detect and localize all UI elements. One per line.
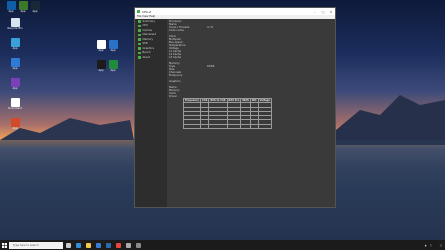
app-icon bbox=[108, 40, 118, 49]
desktop-icon-label: App bbox=[32, 10, 38, 13]
taskbar-app-button[interactable] bbox=[83, 240, 93, 250]
sidebar-item-icon bbox=[138, 24, 141, 27]
desktop-icon[interactable]: App bbox=[6, 118, 24, 130]
store-icon bbox=[95, 242, 101, 248]
desktop-icon[interactable]: App bbox=[26, 1, 44, 13]
desktop-icon-label: App bbox=[110, 49, 116, 52]
sidebar-item-label: SPD bbox=[142, 42, 148, 46]
table-cell bbox=[183, 123, 201, 130]
app-icon bbox=[10, 118, 20, 127]
chrome-icon bbox=[115, 242, 121, 248]
recycle-bin-icon bbox=[10, 18, 20, 27]
notifications-icon[interactable]: □ bbox=[440, 244, 442, 247]
sidebar-item-icon bbox=[138, 56, 141, 59]
sidebar-item-icon bbox=[138, 38, 141, 41]
taskbar-app-button[interactable] bbox=[93, 240, 103, 250]
windows-logo-icon bbox=[1, 242, 7, 248]
desktop-icon[interactable]: App bbox=[104, 60, 122, 72]
info-value: 4 / 8 bbox=[207, 26, 213, 29]
desktop-icon-label: App bbox=[110, 69, 116, 72]
system-tray: ▲ ♫ □ bbox=[425, 244, 445, 247]
desktop-icon-label: App bbox=[12, 87, 18, 90]
info-panel: Processor Name Cores / Threads 4 / 8 Code… bbox=[169, 20, 333, 205]
app-icon bbox=[137, 10, 140, 13]
info-value: DDR4 bbox=[207, 65, 215, 68]
taskbar-app-button[interactable] bbox=[123, 240, 133, 250]
document-icon bbox=[10, 98, 20, 107]
start-button[interactable] bbox=[0, 240, 8, 250]
taskbar-apps bbox=[63, 240, 143, 250]
sidebar-item-icon bbox=[138, 42, 141, 45]
sidebar-item-label: Graphics bbox=[142, 46, 154, 50]
desktop-icon-label: App bbox=[12, 67, 18, 70]
sidebar: Summary CPU Caches Mainboard Memory SPD Graphi… bbox=[135, 19, 167, 207]
desktop-icon[interactable]: App bbox=[6, 58, 24, 70]
task-view-icon bbox=[65, 242, 71, 248]
sidebar-item-label: About bbox=[142, 55, 151, 59]
desktop-icon-label: Recycle Bin bbox=[7, 27, 23, 30]
explorer-icon bbox=[85, 242, 91, 248]
table-cell bbox=[226, 123, 242, 130]
app-icon bbox=[10, 38, 20, 47]
app-icon bbox=[10, 78, 20, 87]
memory-timings-table: Frequency CAS RAS to CAS RAS Pre tRAS tRC Volt… bbox=[183, 97, 272, 130]
sidebar-item-label: Bench bbox=[142, 51, 151, 55]
sidebar-item-icon bbox=[138, 20, 141, 23]
taskbar: Type here to search ▲ ♫ □ bbox=[0, 240, 445, 250]
app-icon bbox=[30, 1, 40, 10]
volume-icon[interactable]: ♫ bbox=[430, 244, 432, 247]
sidebar-item-label: Mainboard bbox=[142, 33, 157, 37]
taskbar-app-button[interactable] bbox=[133, 240, 143, 250]
mail-icon bbox=[105, 242, 111, 248]
desktop-icon[interactable]: App bbox=[6, 78, 24, 90]
window-title: CPU-Z bbox=[142, 9, 152, 14]
sidebar-item-icon bbox=[138, 33, 141, 36]
desktop-icon[interactable]: App bbox=[104, 40, 122, 52]
table-cell bbox=[240, 123, 251, 130]
app-icon bbox=[125, 242, 131, 248]
taskbar-app-button[interactable] bbox=[103, 240, 113, 250]
table-row bbox=[183, 123, 272, 130]
desktop-icon-label: App bbox=[12, 127, 18, 130]
close-icon[interactable]: ✕ bbox=[327, 10, 335, 14]
taskbar-app-button[interactable] bbox=[63, 240, 73, 250]
table-cell bbox=[199, 123, 210, 130]
taskbar-app-button[interactable] bbox=[73, 240, 83, 250]
summary-list: Processor Name Cores / Threads 4 / 8 Code… bbox=[169, 20, 333, 98]
sidebar-item[interactable]: About bbox=[135, 55, 167, 60]
desktop-icon-label: Document bbox=[8, 107, 22, 110]
table-cell bbox=[257, 123, 272, 130]
app-icon bbox=[108, 60, 118, 69]
info-key: Driver bbox=[169, 95, 177, 98]
sidebar-item-icon bbox=[138, 29, 141, 32]
sidebar-item-label: CPU bbox=[142, 24, 148, 28]
desktop-icon[interactable]: Recycle Bin bbox=[6, 18, 24, 30]
app-icon bbox=[135, 242, 141, 248]
table-cell bbox=[249, 123, 259, 130]
desktop-icon[interactable]: Document bbox=[6, 98, 24, 110]
sidebar-item-icon bbox=[138, 51, 141, 54]
table-cell bbox=[208, 123, 228, 130]
maximize-icon[interactable]: □ bbox=[319, 10, 327, 14]
minimize-icon[interactable]: – bbox=[311, 10, 319, 14]
app-icon bbox=[10, 58, 20, 67]
title-bar[interactable]: CPU-Z – □ ✕ bbox=[135, 8, 335, 15]
taskbar-app-button[interactable] bbox=[113, 240, 123, 250]
sidebar-item-label: Caches bbox=[142, 28, 152, 32]
network-icon[interactable]: ▲ bbox=[425, 244, 427, 247]
search-box[interactable]: Type here to search bbox=[9, 241, 63, 249]
app-window[interactable]: CPU-Z – □ ✕ File View Help Summary CPU Cac… bbox=[134, 7, 336, 208]
sidebar-item-icon bbox=[138, 47, 141, 50]
edge-icon bbox=[75, 242, 81, 248]
sidebar-item-label: Summary bbox=[142, 19, 156, 23]
sidebar-item-label: Memory bbox=[142, 37, 154, 41]
desktop-icon-label: App bbox=[12, 47, 18, 50]
desktop-icon[interactable]: App bbox=[6, 38, 24, 50]
